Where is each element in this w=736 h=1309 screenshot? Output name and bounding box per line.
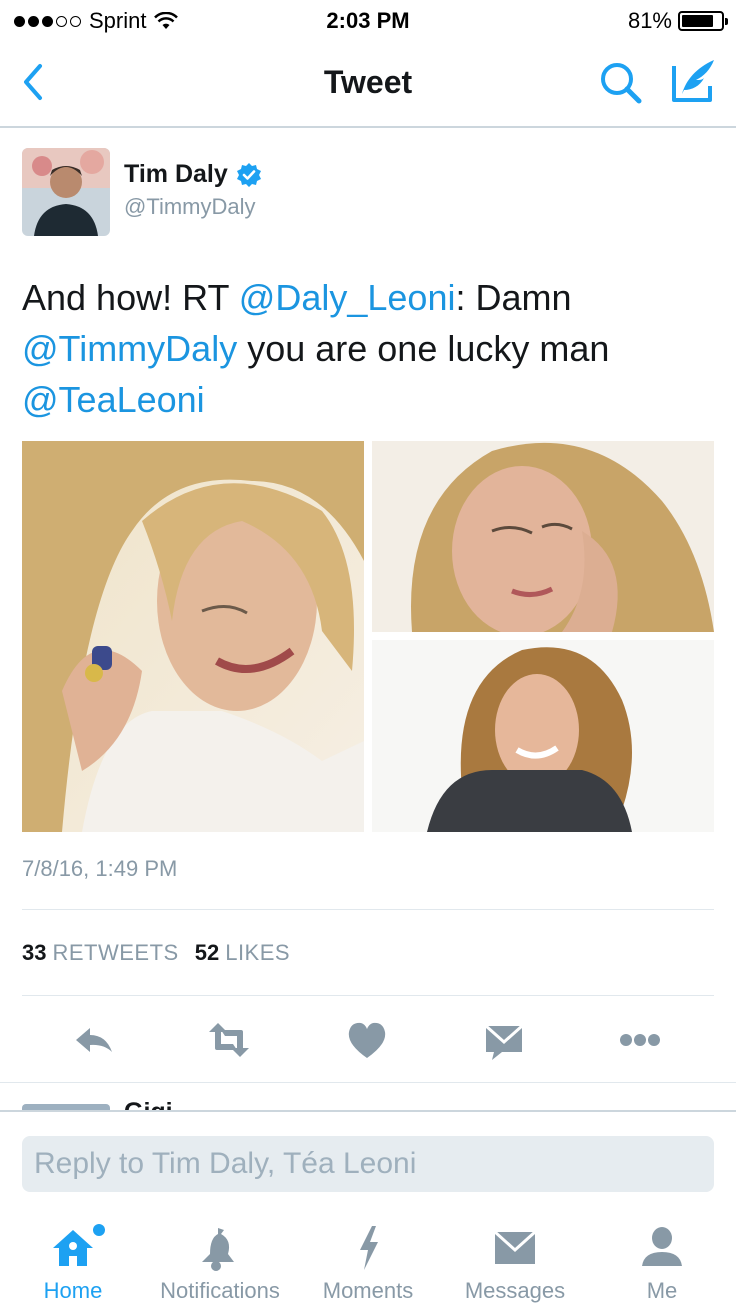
retweets-label: RETWEETS [52, 940, 179, 965]
tab-label: Notifications [160, 1278, 280, 1303]
battery-percent: 81% [627, 8, 672, 33]
tab-label: Me [646, 1278, 678, 1303]
status-battery-group: 81% [627, 8, 728, 34]
tab-label: Messages [464, 1278, 566, 1303]
tab-notifications[interactable]: Notifications [150, 1224, 290, 1309]
status-time: 2:03 PM [326, 8, 410, 33]
author-handle[interactable]: @TimmyDaly [124, 194, 256, 220]
mention-link[interactable]: @TimmyDaly [22, 328, 237, 369]
divider [22, 909, 714, 910]
search-icon[interactable] [598, 60, 644, 106]
tweet-text-segment: : Damn [455, 277, 572, 318]
home-icon [53, 1224, 105, 1266]
tweet-actions [0, 1012, 736, 1068]
retweet-icon[interactable] [205, 1018, 253, 1062]
tweet-photo[interactable] [372, 441, 714, 632]
battery-icon [678, 11, 728, 31]
battery-level [682, 15, 713, 27]
author-name[interactable]: Tim Daly [124, 160, 228, 189]
mention-link[interactable]: @TeaLeoni [22, 379, 205, 420]
direct-message-icon[interactable] [480, 1018, 528, 1062]
divider [22, 995, 714, 996]
likes-label: LIKES [225, 940, 291, 965]
lightning-icon [360, 1226, 378, 1270]
media-grid [22, 441, 714, 832]
nav-bar: Tweet [0, 40, 736, 128]
tab-messages[interactable]: Messages [445, 1224, 585, 1309]
envelope-icon [493, 1230, 537, 1264]
tweet-timestamp: 7/8/16, 1:49 PM [22, 856, 178, 881]
tab-label: Moments [322, 1278, 414, 1303]
tweet-text: And how! RT @Daly_Leoni: Damn @TimmyDaly… [22, 272, 716, 425]
retweets-count: 33 [22, 940, 47, 965]
person-icon [642, 1227, 682, 1266]
tab-me[interactable]: Me [592, 1224, 732, 1309]
verified-badge-icon [236, 162, 261, 187]
tweet-text-segment: you are one lucky man [237, 328, 610, 369]
likes-count: 52 [194, 940, 220, 965]
avatar[interactable] [22, 148, 110, 236]
mention-link[interactable]: @Daly_Leoni [239, 277, 456, 318]
tab-bar: Home Notifications Moments Messages Me [0, 1212, 736, 1309]
status-bar: Sprint 2:03 PM 81% [0, 0, 736, 40]
compose-tweet-icon[interactable] [668, 58, 718, 106]
reply-icon[interactable] [70, 1018, 118, 1062]
tweet-photo[interactable] [372, 640, 714, 832]
more-icon[interactable] [616, 1018, 664, 1062]
reply-input[interactable] [22, 1136, 714, 1192]
likes-stat[interactable]: 52 LIKES [195, 940, 290, 966]
tab-home[interactable]: Home [3, 1224, 143, 1309]
tweet-stats: 33 RETWEETS 52 LIKES [22, 940, 290, 966]
tweet-text-segment: And how! RT [22, 277, 239, 318]
like-icon[interactable] [343, 1018, 391, 1062]
bell-icon [202, 1228, 234, 1271]
tweet-photo[interactable] [22, 441, 364, 832]
retweets-stat[interactable]: 33 RETWEETS [22, 940, 179, 966]
tab-label: Home [43, 1278, 103, 1303]
tab-moments[interactable]: Moments [298, 1224, 438, 1309]
divider [0, 1082, 736, 1083]
author-name-row: Tim Daly [124, 160, 262, 189]
